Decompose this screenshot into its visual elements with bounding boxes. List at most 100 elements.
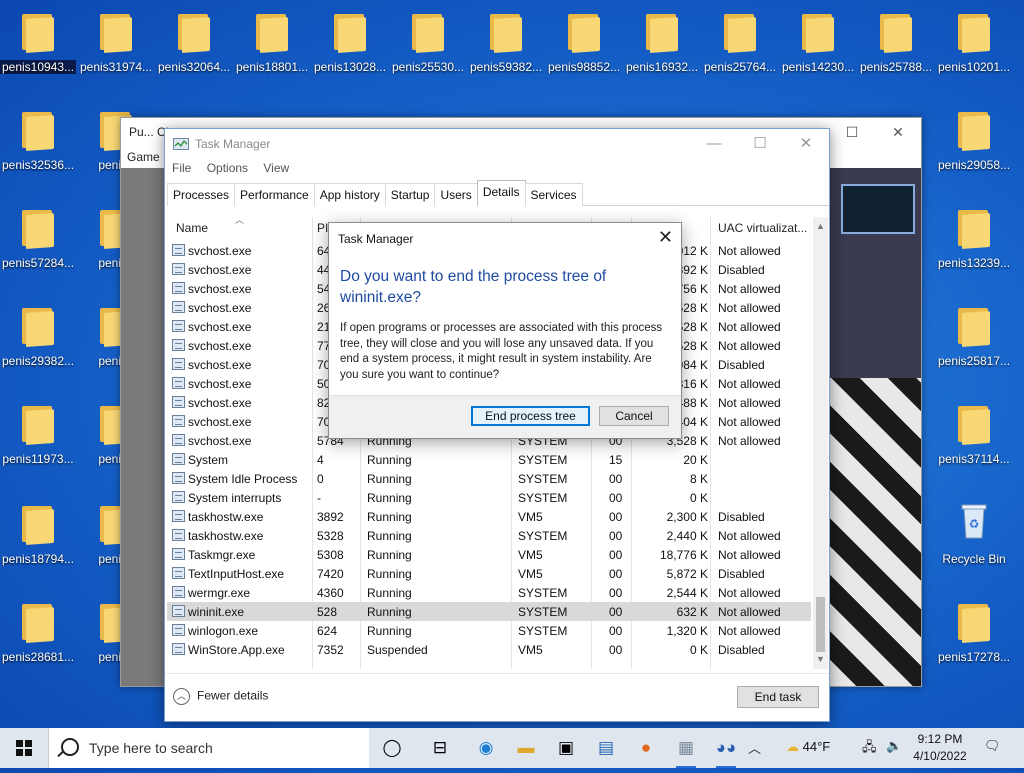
- desktop-icon-label: penis25530...: [391, 60, 465, 74]
- desktop-folder-icon[interactable]: penis25788...: [858, 2, 934, 74]
- table-row[interactable]: System Idle Process 0 Running SYSTEM 00 8 K: [167, 469, 811, 488]
- tab-app-history[interactable]: App history: [313, 183, 386, 206]
- game-taskbar-icon[interactable]: ◕◕: [712, 734, 740, 768]
- folder-icon: [958, 208, 990, 249]
- desktop-folder-icon[interactable]: penis31974...: [78, 2, 154, 74]
- sort-ascending-icon: ︿: [235, 215, 245, 225]
- task-view-circle-icon[interactable]: ◯: [378, 734, 406, 762]
- table-row[interactable]: wermgr.exe 4360 Running SYSTEM 00 Not allowed…: [167, 583, 811, 602]
- desktop-folder-icon[interactable]: penis14230...: [780, 2, 856, 74]
- edge-icon[interactable]: ◉: [472, 734, 500, 762]
- game-screen: [841, 184, 915, 234]
- column-uac[interactable]: UAC virtualizat...: [718, 221, 807, 235]
- chevron-up-icon[interactable]: ︿: [748, 738, 761, 757]
- store-icon[interactable]: ▣: [552, 734, 580, 762]
- search-box[interactable]: Type here to search: [48, 728, 369, 768]
- vertical-scrollbar[interactable]: ▲ ▼: [813, 217, 828, 669]
- task-manager-titlebar[interactable]: Task Manager — ☐ ✕: [165, 129, 829, 161]
- process-cpu: 00: [609, 510, 623, 524]
- desktop-folder-icon[interactable]: penis18794...: [0, 494, 76, 566]
- end-task-button[interactable]: End task: [737, 686, 819, 708]
- table-row[interactable]: taskhostw.exe 5328 Running SYSTEM 00 Not allo…: [167, 526, 811, 545]
- menu-file[interactable]: File: [172, 161, 191, 175]
- desktop-folder-icon[interactable]: penis10943...: [0, 2, 76, 74]
- tab-startup[interactable]: Startup: [384, 183, 436, 206]
- volume-icon[interactable]: 🔈: [886, 738, 902, 754]
- column-name[interactable]: Name: [176, 221, 208, 235]
- clock[interactable]: 9:12 PM 4/10/2022: [906, 731, 974, 765]
- folder-icon: [880, 12, 912, 53]
- table-row[interactable]: System interrupts - Running SYSTEM 00 0 K: [167, 488, 811, 507]
- folder-icon: [724, 12, 756, 53]
- table-row[interactable]: System 4 Running SYSTEM 15 20 K: [167, 450, 811, 469]
- cancel-button[interactable]: Cancel: [599, 406, 669, 426]
- recycle-bin-icon[interactable]: ♻ Recycle Bin: [936, 494, 1012, 566]
- table-row[interactable]: Taskmgr.exe 5308 Running VM5 00 Not allowed 18…: [167, 545, 811, 564]
- tab-details[interactable]: Details: [476, 180, 526, 206]
- scroll-thumb[interactable]: [816, 597, 825, 652]
- desktop-icon-label: penis10943...: [0, 60, 76, 74]
- desktop-folder-icon[interactable]: penis32536...: [0, 100, 76, 172]
- control-panel-icon[interactable]: ▤: [592, 734, 620, 762]
- task-manager-taskbar-icon[interactable]: ▦: [672, 734, 700, 768]
- scroll-down-icon[interactable]: ▼: [813, 652, 828, 667]
- tab-services[interactable]: Services: [524, 183, 583, 206]
- notification-icon[interactable]: 🗨: [984, 738, 1001, 754]
- start-button[interactable]: [0, 728, 48, 768]
- process-user: VM5: [518, 643, 543, 657]
- close-icon[interactable]: ✕: [875, 118, 921, 146]
- desktop-folder-icon[interactable]: penis10201...: [936, 2, 1012, 74]
- desktop-folder-icon[interactable]: penis59382...: [468, 2, 544, 74]
- close-icon[interactable]: ✕: [658, 227, 673, 248]
- weather[interactable]: ☁ 44°F: [786, 739, 830, 755]
- firefox-icon[interactable]: ●: [632, 734, 660, 762]
- desktop-folder-icon[interactable]: penis98852...: [546, 2, 622, 74]
- desktop-folder-icon[interactable]: penis18801...: [234, 2, 310, 74]
- process-uac: Not allowed: [718, 301, 781, 315]
- menu-view[interactable]: View: [263, 161, 289, 175]
- process-uac: Not allowed: [718, 415, 781, 429]
- desktop-icon-label: penis11973...: [2, 452, 74, 466]
- dialog-body: If open programs or processes are associ…: [340, 322, 663, 381]
- process-name: taskhostw.exe: [188, 529, 264, 543]
- table-row[interactable]: WinStore.App.exe 7352 Suspended VM5 00 Disabl…: [167, 640, 811, 659]
- task-view-icon[interactable]: ⊟: [426, 734, 454, 762]
- desktop-folder-icon[interactable]: penis25530...: [390, 2, 466, 74]
- desktop-folder-icon[interactable]: penis13239...: [936, 198, 1012, 270]
- table-row[interactable]: taskhostw.exe 3892 Running VM5 00 Disabled 2,3…: [167, 507, 811, 526]
- desktop-folder-icon[interactable]: penis32064...: [156, 2, 232, 74]
- close-icon[interactable]: ✕: [783, 129, 829, 161]
- process-uac: Not allowed: [718, 529, 781, 543]
- desktop-folder-icon[interactable]: penis29382...: [0, 296, 76, 368]
- tab-processes[interactable]: Processes: [167, 183, 236, 206]
- network-icon[interactable]: 🖧: [862, 738, 877, 760]
- desktop-folder-icon[interactable]: penis37114...: [936, 394, 1012, 466]
- scroll-up-icon[interactable]: ▲: [813, 219, 828, 234]
- end-process-tree-dialog[interactable]: Task Manager ✕ Do you want to end the pr…: [328, 222, 682, 439]
- desktop-folder-icon[interactable]: penis13028...: [312, 2, 388, 74]
- desktop-folder-icon[interactable]: penis29058...: [936, 100, 1012, 172]
- desktop-folder-icon[interactable]: penis16932...: [624, 2, 700, 74]
- tab-users[interactable]: Users: [434, 183, 478, 206]
- maximize-icon[interactable]: ☐: [737, 129, 783, 161]
- menu-options[interactable]: Options: [207, 161, 248, 175]
- desktop-folder-icon[interactable]: penis28681...: [0, 592, 76, 664]
- desktop-folder-icon[interactable]: penis25817...: [936, 296, 1012, 368]
- end-process-tree-button[interactable]: End process tree: [471, 406, 590, 426]
- minimize-icon[interactable]: —: [691, 129, 737, 161]
- process-cpu: 00: [609, 529, 623, 543]
- process-cpu: 00: [609, 472, 623, 486]
- folder-icon: [958, 602, 990, 643]
- table-row[interactable]: winlogon.exe 624 Running SYSTEM 00 Not allowe…: [167, 621, 811, 640]
- desktop-folder-icon[interactable]: penis17278...: [936, 592, 1012, 664]
- tab-performance[interactable]: Performance: [234, 183, 315, 206]
- folder-icon: [22, 12, 54, 53]
- table-row[interactable]: TextInputHost.exe 7420 Running VM5 00 Disable…: [167, 564, 811, 583]
- desktop-folder-icon[interactable]: penis11973...: [0, 394, 76, 466]
- maximize-icon[interactable]: ☐: [829, 118, 875, 146]
- table-row[interactable]: wininit.exe 528 Running SYSTEM 00 Not allowed…: [167, 602, 811, 621]
- desktop-folder-icon[interactable]: penis57284...: [0, 198, 76, 270]
- desktop-folder-icon[interactable]: penis25764...: [702, 2, 778, 74]
- fewer-details-button[interactable]: ︿ Fewer details: [173, 688, 268, 705]
- file-explorer-icon[interactable]: ▬: [512, 734, 540, 762]
